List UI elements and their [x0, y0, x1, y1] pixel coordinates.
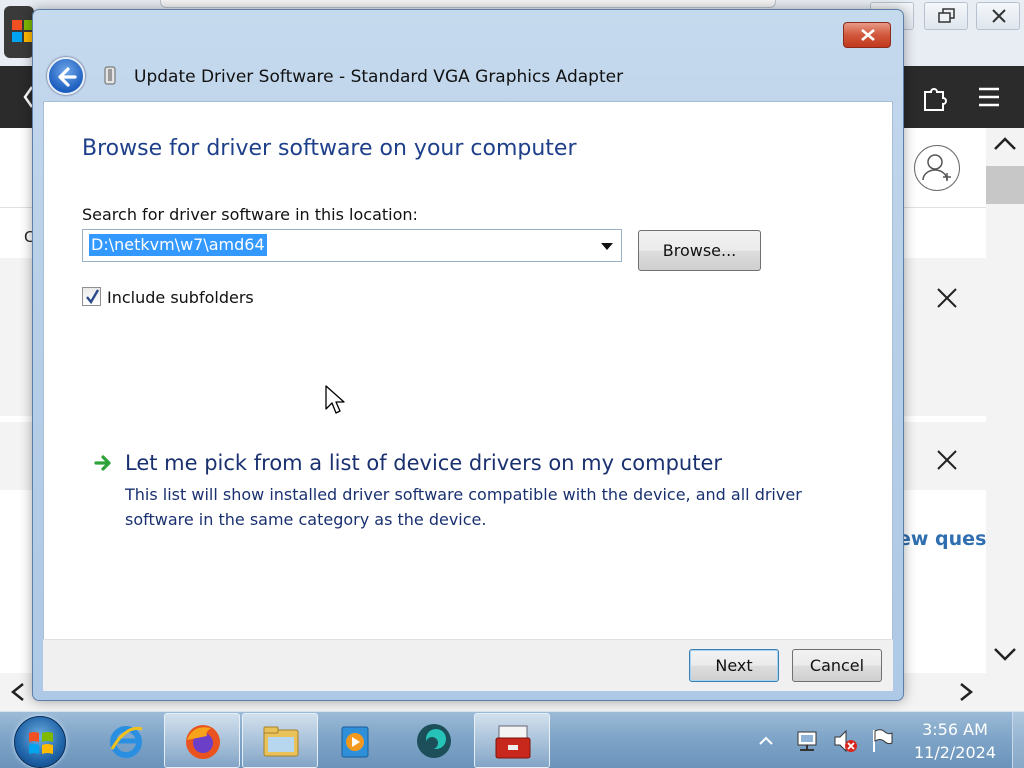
dialog-body: Browse for driver software on your compu… — [43, 101, 893, 639]
dropdown-arrow-icon[interactable] — [601, 243, 613, 250]
volume-muted-icon[interactable] — [832, 728, 858, 754]
microsoft-logo-icon — [12, 20, 34, 42]
dismiss-icon[interactable] — [936, 287, 958, 309]
page-heading: Browse for driver software on your compu… — [82, 136, 577, 161]
background-close-button[interactable] — [976, 2, 1020, 30]
cancel-button[interactable]: Cancel — [792, 649, 882, 682]
clock-date[interactable]: 11/2/2024 — [906, 743, 1004, 762]
folder-icon — [263, 726, 299, 757]
green-arrow-icon[interactable] — [94, 454, 114, 472]
include-subfolders-checkbox[interactable] — [82, 287, 101, 306]
background-restore-button[interactable] — [924, 2, 968, 30]
checkmark-icon — [86, 289, 100, 305]
add-user-avatar-icon[interactable] — [914, 145, 960, 191]
pick-driver-option-link[interactable]: Let me pick from a list of device driver… — [125, 451, 722, 475]
extensions-icon[interactable] — [922, 82, 948, 112]
update-driver-dialog: Update Driver Software - Standard VGA Gr… — [32, 9, 904, 701]
driver-path-combobox[interactable]: D:\netkvm\w7\amd64 — [82, 229, 622, 262]
close-icon — [992, 9, 1006, 23]
toolbox-icon — [495, 725, 531, 759]
search-location-label: Search for driver software in this locat… — [82, 205, 418, 224]
dialog-title: Update Driver Software - Standard VGA Gr… — [134, 67, 624, 87]
scroll-right-icon[interactable] — [958, 682, 974, 702]
back-arrow-icon — [58, 67, 77, 87]
pick-driver-option-description: This list will show installed driver sof… — [125, 485, 802, 529]
next-button[interactable]: Next — [689, 649, 779, 682]
start-button[interactable] — [14, 716, 66, 768]
taskbar-firefox[interactable] — [164, 713, 240, 768]
device-icon — [104, 66, 116, 85]
teal-app-icon — [417, 724, 451, 758]
windows-logo-icon — [29, 732, 53, 754]
action-center-flag-icon[interactable] — [870, 728, 894, 754]
include-subfolders-label[interactable]: Include subfolders — [107, 288, 254, 307]
firefox-icon — [186, 725, 220, 759]
scroll-left-icon[interactable] — [10, 682, 26, 702]
clock-time[interactable]: 3:56 AM — [912, 720, 998, 739]
scroll-down-icon[interactable] — [993, 646, 1017, 662]
scroll-up-icon[interactable] — [993, 136, 1017, 152]
background-link[interactable]: ew quest — [898, 528, 986, 550]
taskbar-toolbox[interactable] — [474, 713, 550, 768]
internet-explorer-icon — [110, 726, 143, 758]
mouse-cursor-icon — [325, 385, 345, 414]
browse-button[interactable]: Browse... — [638, 230, 761, 271]
taskbar-media-player[interactable] — [318, 713, 394, 768]
background-vertical-scrollbar[interactable] — [986, 128, 1024, 673]
network-icon[interactable] — [796, 728, 822, 754]
media-player-icon — [341, 726, 369, 758]
driver-path-value[interactable]: D:\netkvm\w7\amd64 — [89, 234, 267, 256]
background-tab-strip[interactable] — [160, 0, 776, 8]
restore-icon — [938, 8, 955, 23]
show-desktop-button[interactable] — [1012, 712, 1024, 768]
taskbar-app-teal[interactable] — [396, 713, 472, 768]
close-icon — [861, 29, 875, 41]
show-hidden-icons-icon[interactable] — [759, 736, 773, 746]
dismiss-icon[interactable] — [936, 449, 958, 471]
menu-icon[interactable] — [978, 82, 1000, 112]
taskbar-file-explorer[interactable] — [242, 713, 318, 768]
scrollbar-thumb[interactable] — [986, 166, 1024, 204]
back-button[interactable] — [47, 57, 85, 95]
taskbar: 3:56 AM 11/2/2024 — [0, 711, 1024, 768]
dialog-footer: Next Cancel — [43, 639, 893, 691]
taskbar-internet-explorer[interactable] — [88, 713, 164, 768]
dialog-close-button[interactable] — [843, 22, 891, 48]
